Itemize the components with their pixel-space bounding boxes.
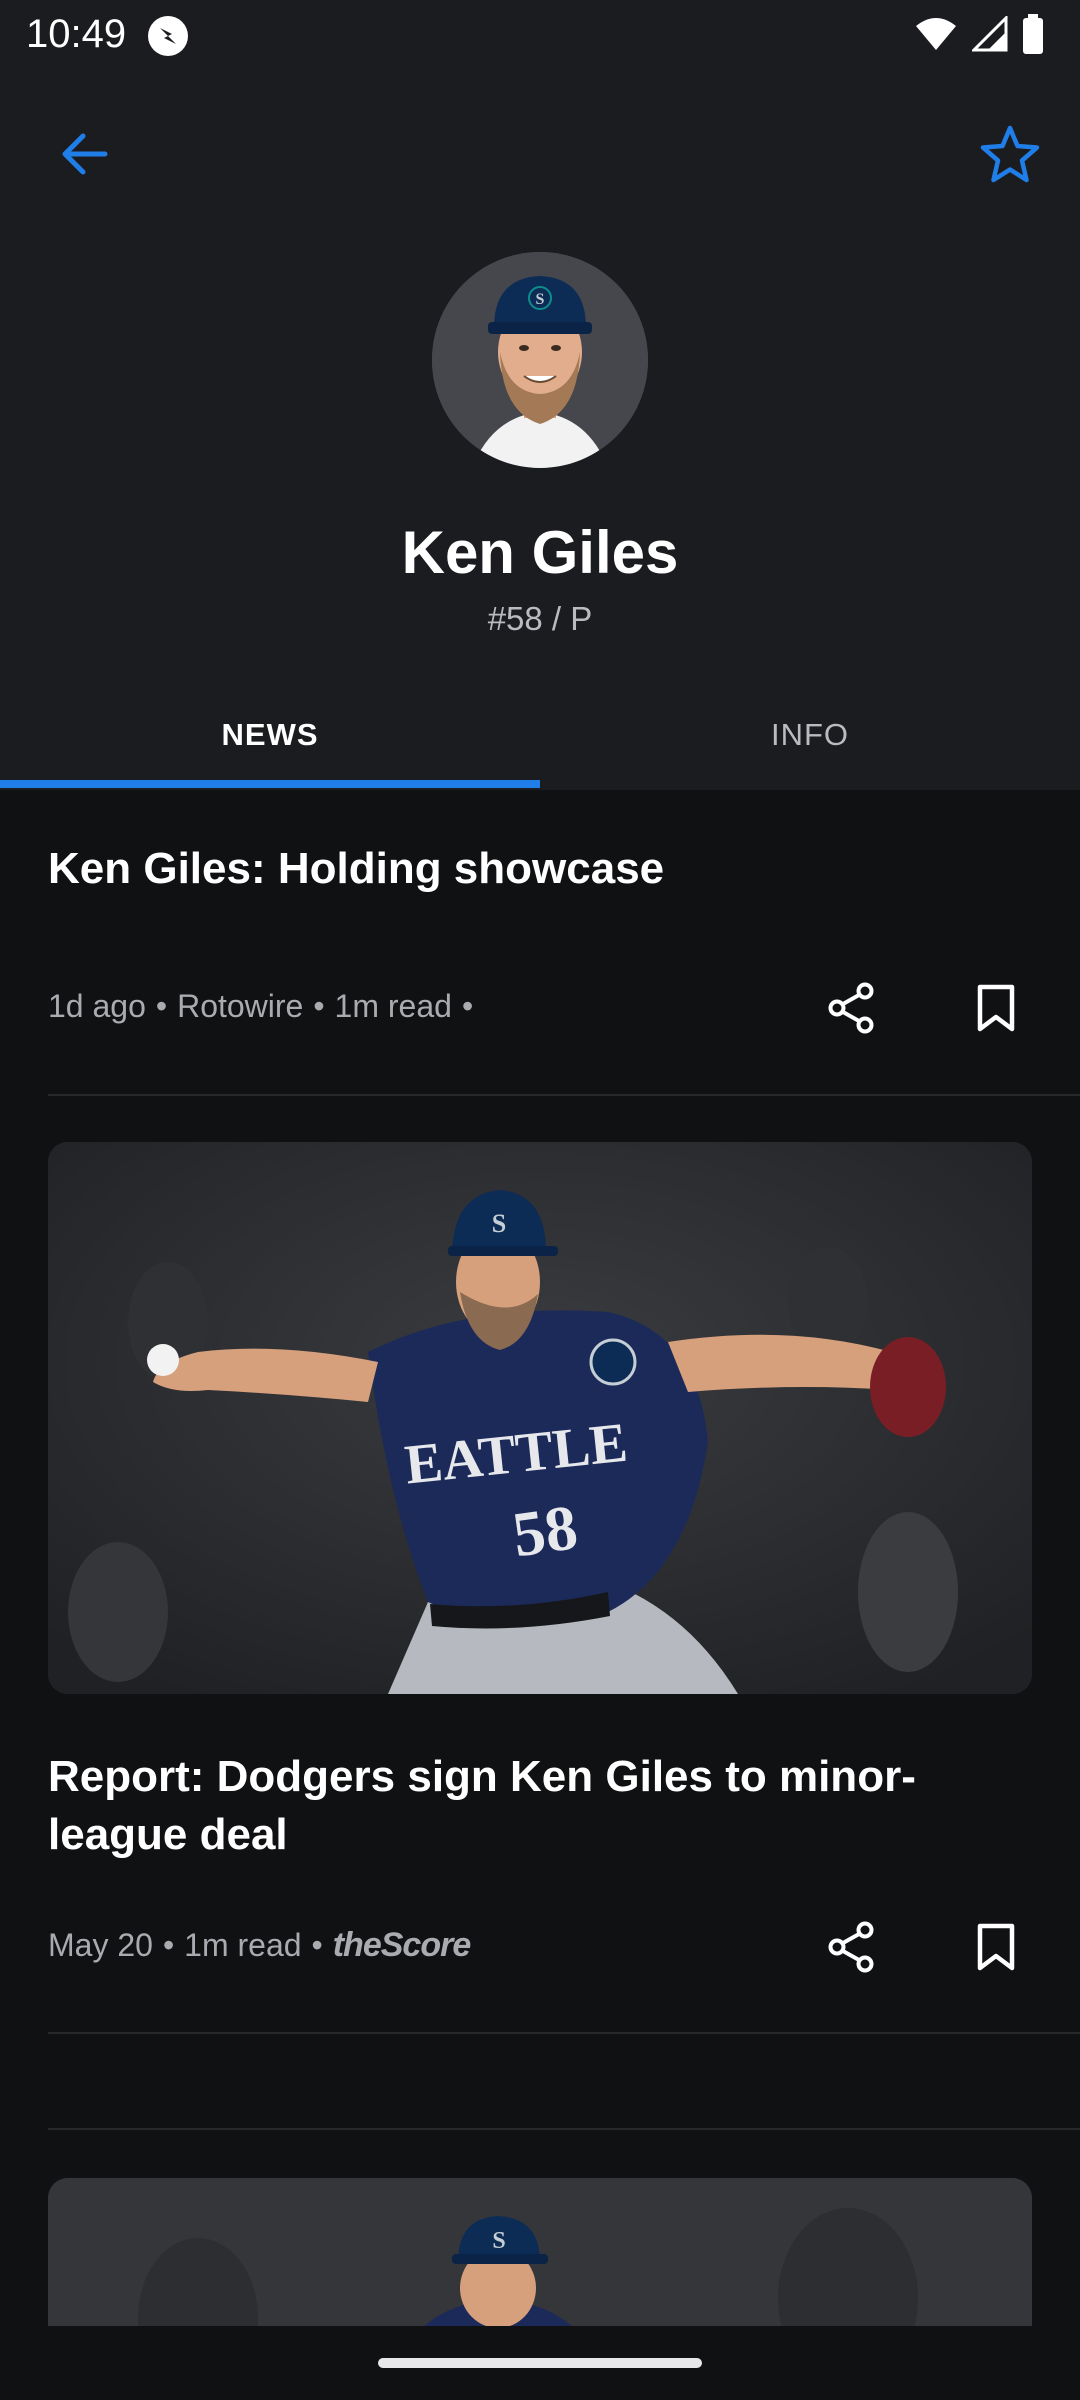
back-button[interactable] xyxy=(40,120,126,192)
status-bar: 10:49 xyxy=(0,0,1080,72)
article-meta: May 20 • 1m read • theScore xyxy=(48,1926,471,1965)
back-arrow-icon xyxy=(57,130,109,183)
bookmark-icon xyxy=(976,1923,1016,1976)
svg-text:58: 58 xyxy=(508,1491,581,1570)
meta-separator: • xyxy=(311,1927,323,1963)
article-title[interactable]: Report: Dodgers sign Ken Giles to minor-… xyxy=(48,1748,928,1864)
tab-indicator xyxy=(0,780,540,788)
meta-separator: • xyxy=(313,988,325,1024)
share-icon xyxy=(827,1921,877,1978)
article-time: 1d ago xyxy=(48,988,146,1024)
star-outline-icon xyxy=(980,125,1040,188)
sync-app-icon xyxy=(146,14,190,58)
battery-icon xyxy=(1022,14,1044,59)
status-icons xyxy=(914,14,1044,59)
article-title[interactable]: Ken Giles: Holding showcase xyxy=(48,840,928,898)
article-divider xyxy=(48,2128,1080,2130)
article-image[interactable]: S EATTLE 58 xyxy=(48,1142,1032,1694)
meta-separator: • xyxy=(461,988,474,1024)
wifi-icon xyxy=(914,16,958,57)
home-gesture-handle[interactable] xyxy=(378,2358,702,2368)
signal-icon xyxy=(970,14,1008,57)
favorite-button[interactable] xyxy=(970,116,1050,196)
player-avatar: S xyxy=(432,252,648,468)
share-icon xyxy=(827,982,877,1039)
article-image[interactable]: S xyxy=(48,2178,1032,2326)
system-navigation-bar xyxy=(0,2326,1080,2400)
article-divider xyxy=(48,2032,1080,2034)
thescore-logo: theScore xyxy=(332,1926,471,1964)
meta-separator: • xyxy=(162,1927,175,1963)
player-name: Ken Giles xyxy=(401,519,679,586)
bookmark-icon xyxy=(976,984,1016,1037)
tab-news[interactable]: NEWS xyxy=(0,680,540,790)
status-time: 10:49 xyxy=(26,12,127,56)
article-source: Rotowire xyxy=(177,988,304,1024)
meta-separator: • xyxy=(155,988,168,1024)
tab-bar: NEWS INFO xyxy=(0,680,1080,790)
article-time: May 20 xyxy=(48,1927,153,1963)
svg-text:S: S xyxy=(536,291,545,308)
article-divider xyxy=(48,1094,1080,1096)
share-button[interactable] xyxy=(812,1909,892,1989)
article-read-time: 1m read xyxy=(334,988,452,1024)
svg-text:S: S xyxy=(492,2228,505,2254)
news-feed[interactable]: Ken Giles: Holding showcase 1d ago • Rot… xyxy=(0,790,1080,2326)
bookmark-button[interactable] xyxy=(956,1909,1036,1989)
bookmark-button[interactable] xyxy=(956,970,1036,1050)
tab-info[interactable]: INFO xyxy=(540,680,1080,790)
share-button[interactable] xyxy=(812,970,892,1050)
svg-text:S: S xyxy=(492,1209,506,1238)
article-read-time: 1m read xyxy=(184,1927,302,1963)
player-number-position: #58 / P xyxy=(487,600,593,637)
article-meta: 1d ago • Rotowire • 1m read • xyxy=(48,988,473,1025)
top-app-bar xyxy=(0,100,1080,212)
